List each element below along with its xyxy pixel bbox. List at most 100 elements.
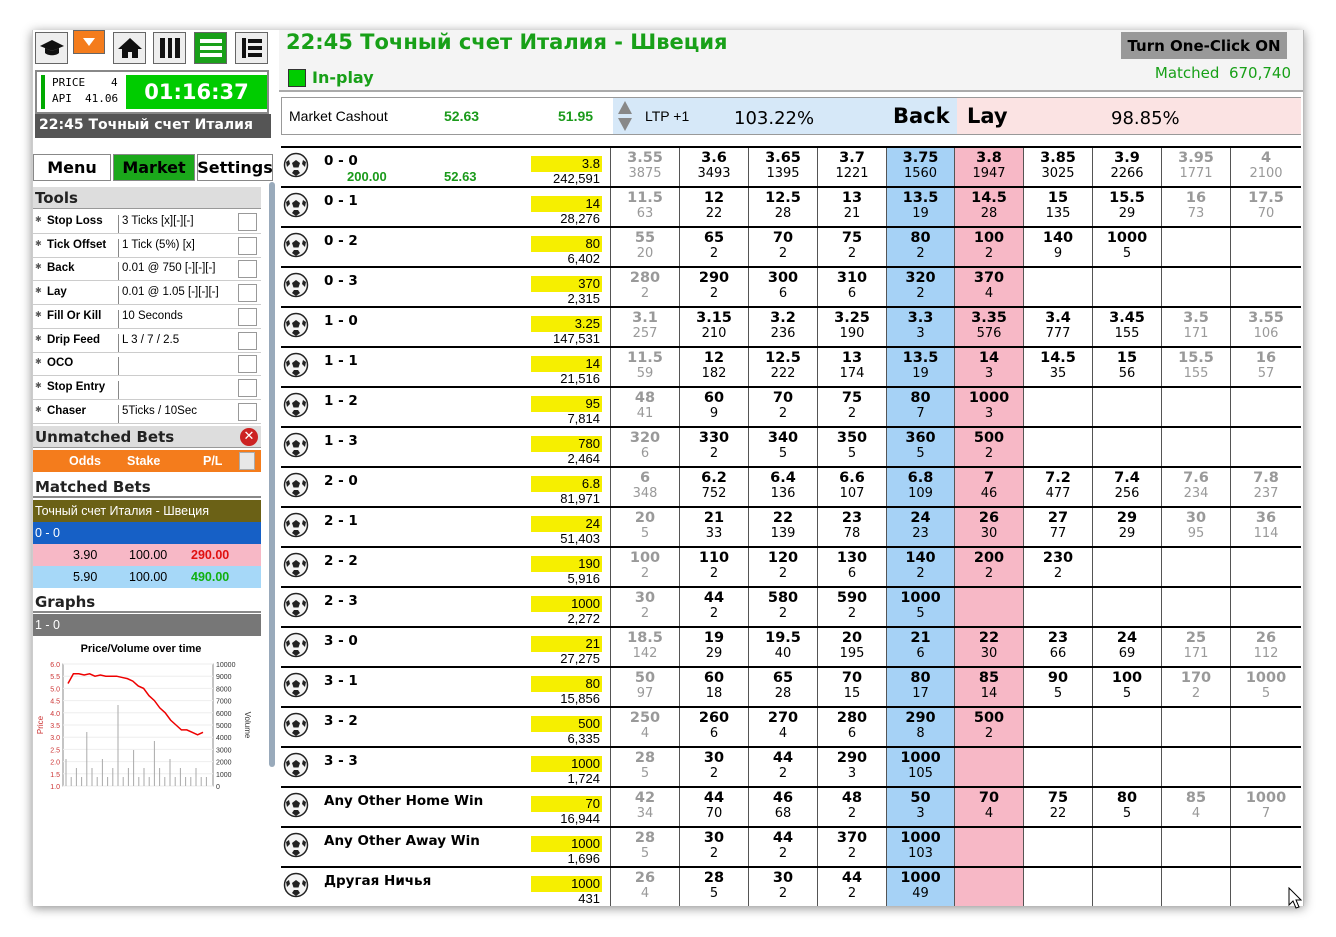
dropdown-icon[interactable] [73,30,105,54]
price-cell[interactable] [1161,828,1230,866]
price-cell[interactable]: 250 4 [610,708,679,746]
price-cell[interactable]: 3.25 190 [817,308,886,346]
runner-name[interactable]: 3 - 3 [324,753,358,769]
tool-row[interactable]: Lay0.01 @ 1.05 [-][-][-] [33,282,261,306]
price-cell[interactable]: 280 6 [817,708,886,746]
price-cell[interactable]: 44 2 [748,748,817,786]
price-cell[interactable]: 75 22 [1023,788,1092,826]
lay-price-cell[interactable]: 70 4 [954,788,1023,826]
price-cell[interactable] [1092,428,1161,466]
price-cell[interactable]: 270 4 [748,708,817,746]
price-cell[interactable] [1230,268,1301,306]
price-cell[interactable] [1092,708,1161,746]
price-cell[interactable]: 330 2 [679,428,748,466]
price-cell[interactable] [1161,708,1230,746]
runner-name[interactable]: 0 - 3 [324,273,358,289]
price-cell[interactable] [1230,388,1301,426]
back-price-cell[interactable]: 3.3 3 [886,308,954,346]
price-cell[interactable]: 120 2 [748,548,817,586]
back-price-cell[interactable]: 24 23 [886,508,954,546]
ltp-stepper[interactable] [617,100,633,132]
price-cell[interactable]: 7.6 234 [1161,468,1230,506]
price-cell[interactable] [1023,708,1092,746]
price-cell[interactable]: 3.85 3025 [1023,148,1092,186]
price-cell[interactable]: 29 29 [1092,508,1161,546]
price-cell[interactable]: 12.5 222 [748,348,817,386]
tool-row[interactable]: Tick Offset1 Tick (5%) [x] [33,235,261,258]
price-cell[interactable]: 22 139 [748,508,817,546]
price-cell[interactable]: 36 114 [1230,508,1301,546]
tool-checkbox[interactable] [238,213,257,231]
price-cell[interactable]: 1000 7 [1230,788,1301,826]
runner-name[interactable]: 0 - 1 [324,193,358,209]
price-cell[interactable]: 16 57 [1230,348,1301,386]
price-cell[interactable]: 3.4 777 [1023,308,1092,346]
tab-market[interactable]: Market [113,154,195,181]
lay-price-cell[interactable] [954,748,1023,786]
price-cell[interactable]: 230 2 [1023,548,1092,586]
price-cell[interactable]: 80 5 [1092,788,1161,826]
price-cell[interactable]: 26 112 [1230,628,1301,666]
price-cell[interactable]: 14.5 35 [1023,348,1092,386]
price-cell[interactable]: 15.5 155 [1161,348,1230,386]
price-cell[interactable]: 3.65 1395 [748,148,817,186]
lay-price-cell[interactable]: 22 30 [954,628,1023,666]
runner-name[interactable]: 3 - 0 [324,633,358,649]
price-cell[interactable]: 13 21 [817,188,886,226]
matched-bet-row-back[interactable]: 5.90 100.00 490.00 [33,566,261,588]
price-cell[interactable] [1023,748,1092,786]
runner-name[interactable]: 3 - 2 [324,713,358,729]
price-cell[interactable] [1161,588,1230,626]
tab-menu[interactable]: Menu [33,154,111,181]
price-cell[interactable]: 44 70 [679,788,748,826]
price-cell[interactable]: 3.55 106 [1230,308,1301,346]
price-cell[interactable]: 13 174 [817,348,886,386]
price-cell[interactable]: 340 5 [748,428,817,466]
tool-checkbox[interactable] [238,236,257,255]
price-cell[interactable] [1092,868,1161,906]
back-price-cell[interactable]: 140 2 [886,548,954,586]
price-cell[interactable]: 3.55 3875 [610,148,679,186]
price-cell[interactable]: 110 2 [679,548,748,586]
price-cell[interactable]: 90 5 [1023,668,1092,706]
tool-checkbox[interactable] [238,307,257,326]
price-cell[interactable]: 6.4 136 [748,468,817,506]
price-cell[interactable]: 310 6 [817,268,886,306]
columns-icon[interactable] [153,32,186,64]
price-cell[interactable]: 55 20 [610,228,679,266]
lay-price-cell[interactable] [954,868,1023,906]
price-cell[interactable] [1161,228,1230,266]
list-icon[interactable] [235,32,268,64]
price-cell[interactable] [1092,388,1161,426]
runner-name[interactable]: 0 - 2 [324,233,358,249]
price-cell[interactable] [1161,428,1230,466]
price-cell[interactable] [1230,748,1301,786]
price-cell[interactable]: 11.5 59 [610,348,679,386]
price-cell[interactable]: 23 66 [1023,628,1092,666]
price-cell[interactable]: 75 2 [817,228,886,266]
price-cell[interactable] [1092,268,1161,306]
price-cell[interactable]: 15.5 29 [1092,188,1161,226]
close-icon[interactable]: ✕ [240,428,258,446]
price-cell[interactable]: 44 2 [679,588,748,626]
price-cell[interactable] [1092,828,1161,866]
price-cell[interactable] [1092,748,1161,786]
price-cell[interactable]: 75 2 [817,388,886,426]
graph-selection[interactable]: 1 - 0 [33,614,261,636]
runner-name[interactable]: 1 - 3 [324,433,358,449]
price-cell[interactable] [1230,588,1301,626]
price-cell[interactable]: 170 2 [1161,668,1230,706]
price-cell[interactable]: 60 9 [679,388,748,426]
price-cell[interactable]: 24 69 [1092,628,1161,666]
price-cell[interactable]: 300 6 [748,268,817,306]
lay-price-cell[interactable]: 200 2 [954,548,1023,586]
price-cell[interactable]: 3.2 236 [748,308,817,346]
price-cell[interactable]: 20 5 [610,508,679,546]
lay-price-cell[interactable]: 100 2 [954,228,1023,266]
price-cell[interactable] [1230,708,1301,746]
tab-settings[interactable]: Settings [197,154,273,181]
runner-name[interactable]: 0 - 0 [324,153,358,169]
price-cell[interactable]: 70 15 [817,668,886,706]
price-cell[interactable]: 19.5 40 [748,628,817,666]
lay-price-cell[interactable]: 3.35 576 [954,308,1023,346]
